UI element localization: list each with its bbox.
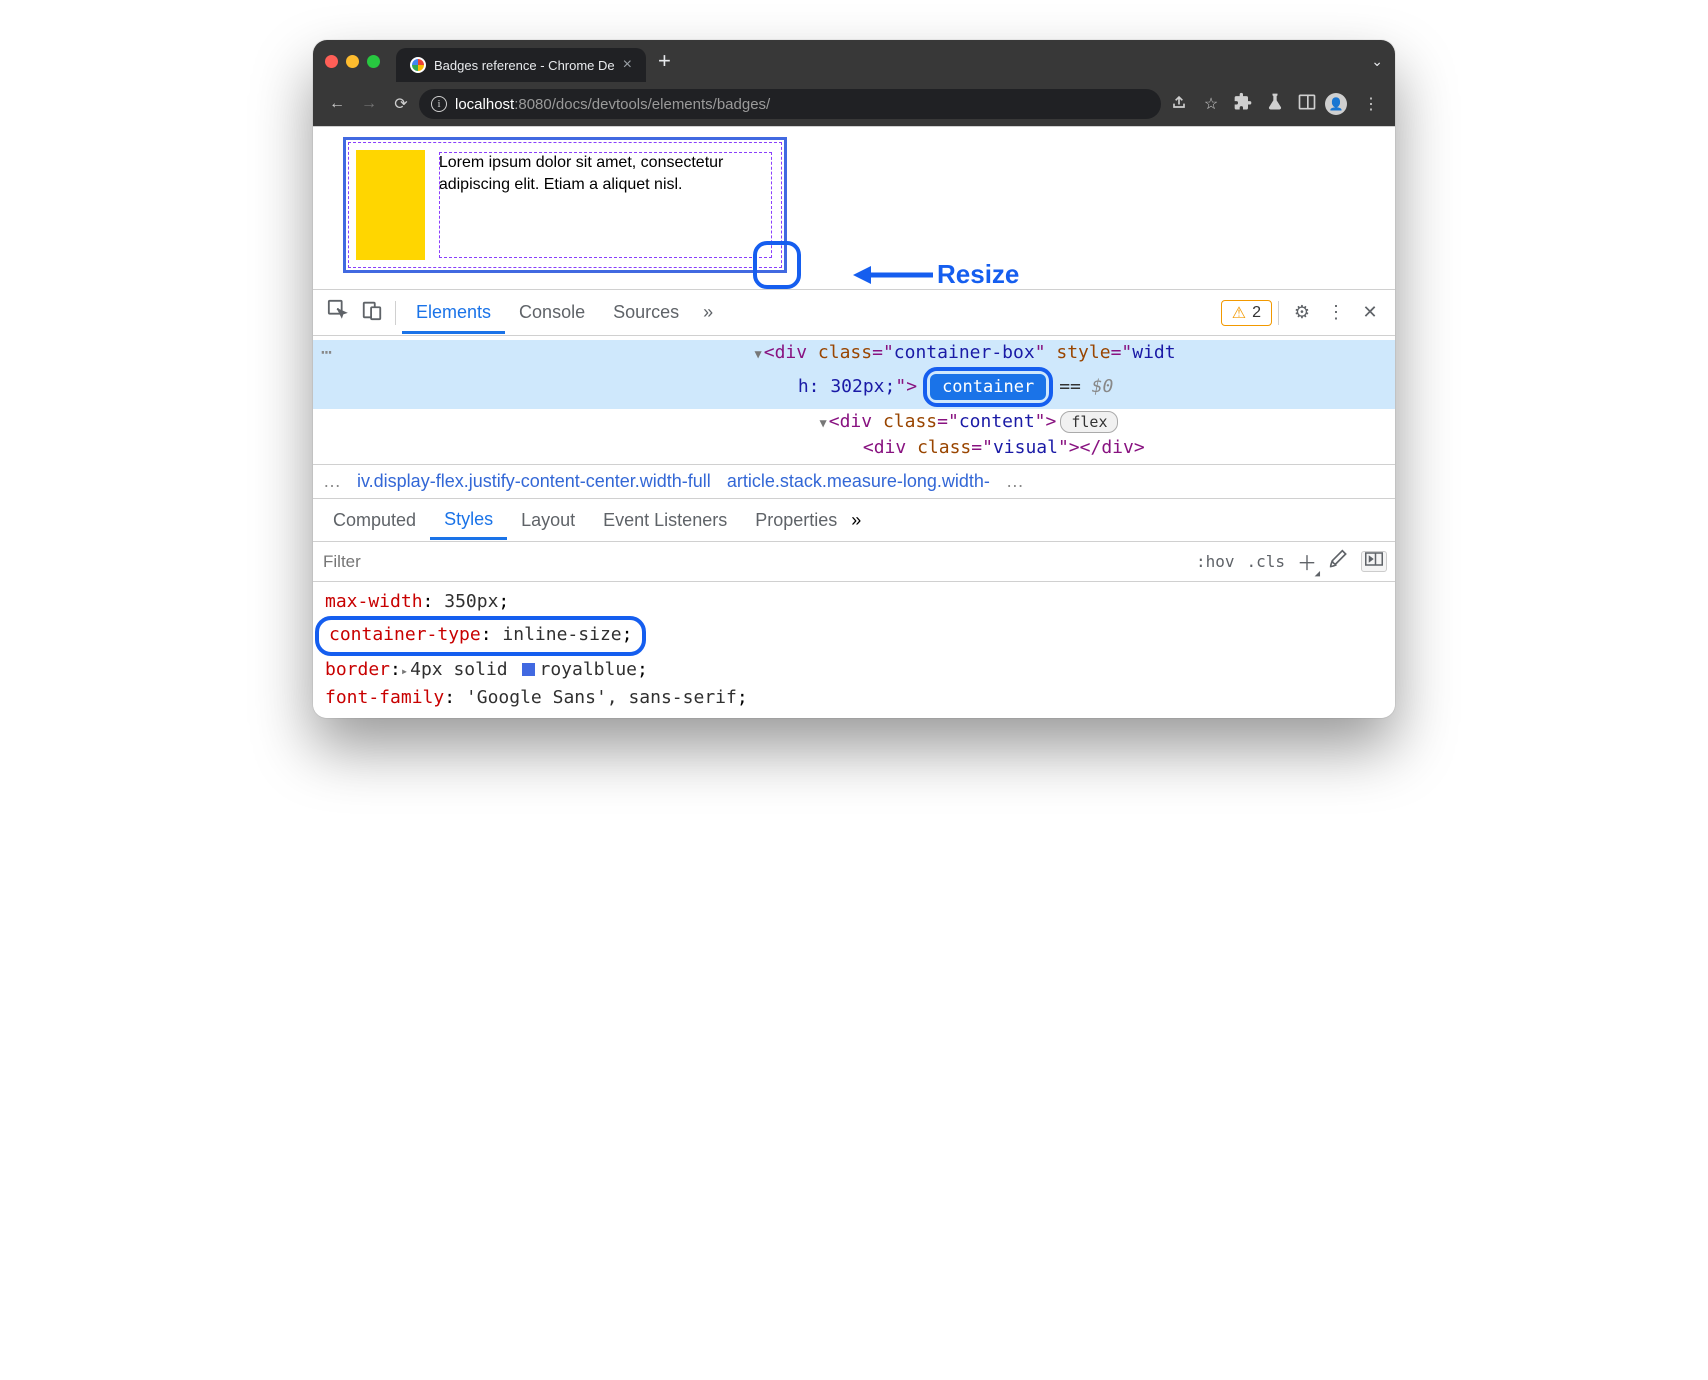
tab-console[interactable]: Console <box>505 292 599 333</box>
tab-properties[interactable]: Properties <box>741 501 851 540</box>
tabs-chevron-down-icon[interactable]: ⌄ <box>1371 53 1383 70</box>
back-button[interactable]: ← <box>323 95 351 113</box>
devtools-menu-icon[interactable]: ⋮ <box>1319 302 1353 323</box>
dom-node-selected[interactable]: ⋯ ▼<div class="container-box" style="wid… <box>313 340 1395 365</box>
dom-node[interactable]: ▼<div class="content">flex <box>313 409 1395 435</box>
more-subtabs-icon[interactable]: » <box>851 510 861 531</box>
url-host: localhost <box>455 96 514 113</box>
breadcrumb-bar[interactable]: … iv.display-flex.justify-content-center… <box>313 464 1395 498</box>
titlebar: Badges reference - Chrome De × + ⌄ <box>313 40 1395 82</box>
more-tabs-icon[interactable]: » <box>693 302 723 323</box>
url-path: :8080/docs/devtools/elements/badges/ <box>514 96 770 113</box>
inspect-element-icon[interactable] <box>321 299 355 326</box>
issues-badge[interactable]: ⚠ 2 <box>1221 300 1272 326</box>
extensions-icon[interactable] <box>1229 92 1257 117</box>
toolbar: ← → ⟳ i localhost:8080/docs/devtools/ele… <box>313 82 1395 126</box>
cls-toggle[interactable]: .cls <box>1246 552 1285 571</box>
new-tab-button[interactable]: + <box>658 48 671 74</box>
breadcrumb-item[interactable]: iv.display-flex.justify-content-center.w… <box>357 471 711 492</box>
chrome-favicon-icon <box>410 57 426 73</box>
tab-event-listeners[interactable]: Event Listeners <box>589 501 741 540</box>
tab-layout[interactable]: Layout <box>507 501 589 540</box>
devtools-main-tabs: Elements Console Sources » ⚠ 2 ⚙ ⋮ ✕ <box>313 290 1395 336</box>
tab-computed[interactable]: Computed <box>319 501 430 540</box>
warning-icon: ⚠ <box>1232 303 1246 323</box>
profile-avatar[interactable]: 👤 <box>1325 93 1353 115</box>
tab-sources[interactable]: Sources <box>599 292 693 333</box>
css-rules[interactable]: max-width: 350px; container-type: inline… <box>313 582 1395 718</box>
css-declaration[interactable]: border:▸4px solid royalblue; <box>325 656 1383 684</box>
container-badge[interactable]: container <box>930 374 1046 400</box>
breadcrumb-item[interactable]: article.stack.measure-long.width- <box>727 471 990 492</box>
page-preview: Lorem ipsum dolor sit amet, consectetur … <box>313 126 1395 290</box>
resize-label: Resize <box>853 259 1019 290</box>
color-swatch[interactable] <box>522 663 535 676</box>
flex-badge[interactable]: flex <box>1060 411 1118 433</box>
styles-subtabs: Computed Styles Layout Event Listeners P… <box>313 498 1395 542</box>
browser-menu-icon[interactable]: ⋮ <box>1357 94 1385 114</box>
paint-brush-icon[interactable] <box>1329 549 1349 574</box>
close-window-button[interactable] <box>325 55 338 68</box>
content-text: Lorem ipsum dolor sit amet, consectetur … <box>437 150 774 260</box>
tab-styles[interactable]: Styles <box>430 500 507 540</box>
resize-handle-annotation <box>753 241 801 289</box>
tab-title: Badges reference - Chrome De <box>434 58 615 73</box>
browser-tab[interactable]: Badges reference - Chrome De × <box>396 48 646 82</box>
reload-button[interactable]: ⟳ <box>387 94 415 114</box>
styles-filter-row: :hov .cls ＋◢ <box>313 542 1395 582</box>
new-style-rule-icon[interactable]: ＋◢ <box>1297 547 1317 576</box>
share-icon[interactable] <box>1165 92 1193 117</box>
hov-toggle[interactable]: :hov <box>1196 552 1235 571</box>
bookmark-star-icon[interactable]: ☆ <box>1197 94 1225 114</box>
toggle-sidebar-icon[interactable] <box>1361 551 1387 572</box>
forward-button[interactable]: → <box>355 95 383 113</box>
window-controls <box>325 55 380 68</box>
settings-gear-icon[interactable]: ⚙ <box>1285 302 1319 323</box>
labs-icon[interactable] <box>1261 92 1289 117</box>
site-info-icon[interactable]: i <box>431 96 447 112</box>
device-toggle-icon[interactable] <box>355 299 389 326</box>
tab-elements[interactable]: Elements <box>402 292 505 334</box>
dom-node[interactable]: <div class="visual"></div> <box>313 435 1395 460</box>
close-tab-icon[interactable]: × <box>623 56 632 74</box>
css-declaration[interactable]: font-family: 'Google Sans', sans-serif; <box>325 684 1383 712</box>
dom-node-selected-cont[interactable]: h: 302px;">container== $0 <box>313 365 1395 409</box>
visual-box <box>356 150 425 260</box>
maximize-window-button[interactable] <box>367 55 380 68</box>
css-declaration[interactable]: max-width: 350px; <box>325 588 1383 616</box>
styles-filter-input[interactable] <box>321 551 1184 573</box>
dom-tree[interactable]: ⋯ ▼<div class="container-box" style="wid… <box>313 336 1395 464</box>
close-devtools-icon[interactable]: ✕ <box>1353 302 1387 323</box>
browser-window: Badges reference - Chrome De × + ⌄ ← → ⟳… <box>313 40 1395 718</box>
minimize-window-button[interactable] <box>346 55 359 68</box>
container-box[interactable]: Lorem ipsum dolor sit amet, consectetur … <box>343 137 787 273</box>
panel-icon[interactable] <box>1293 92 1321 117</box>
css-declaration-highlighted[interactable]: container-type: inline-size; <box>325 616 1383 656</box>
devtools-panel: Elements Console Sources » ⚠ 2 ⚙ ⋮ ✕ ⋯ ▼… <box>313 290 1395 718</box>
address-bar[interactable]: i localhost:8080/docs/devtools/elements/… <box>419 89 1161 119</box>
